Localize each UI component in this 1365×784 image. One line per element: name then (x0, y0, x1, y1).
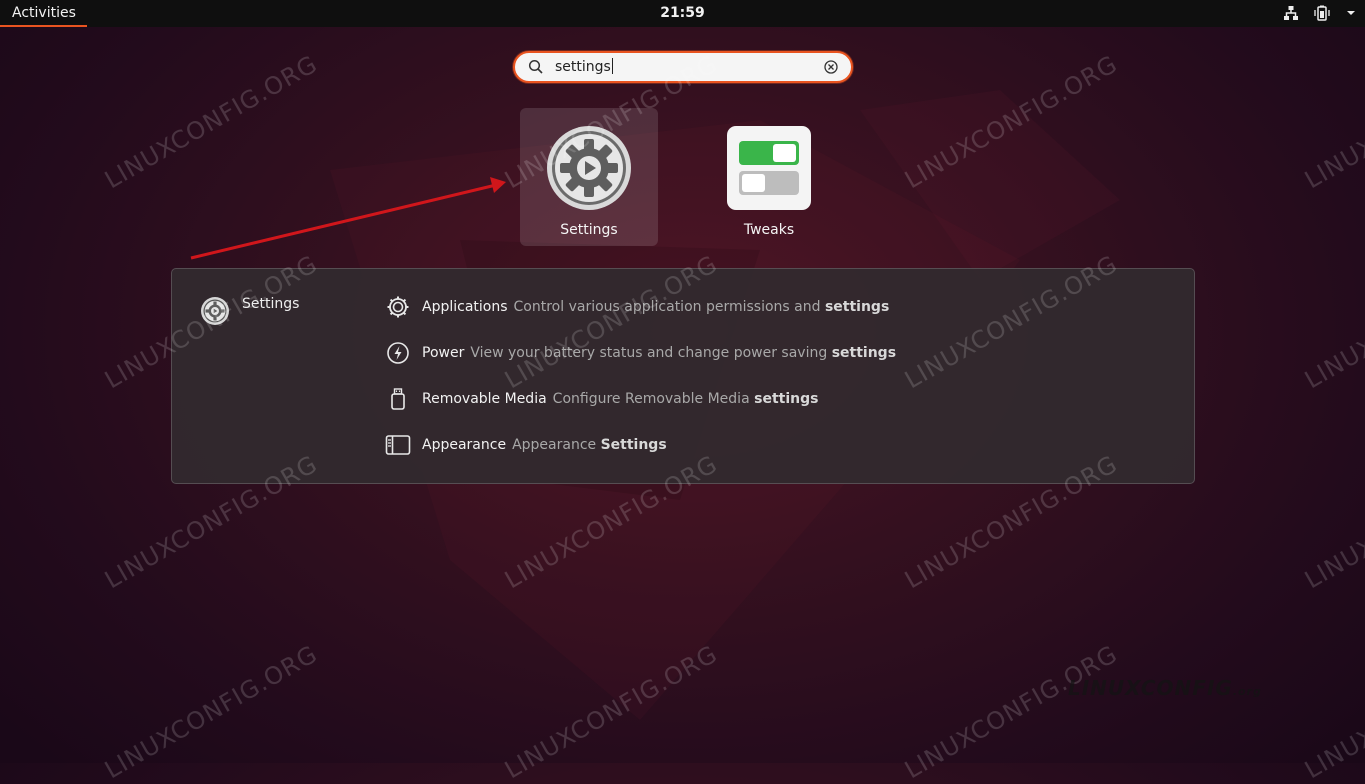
watermark-text: LINUXCONFIG.ORG (1300, 49, 1365, 195)
provider-name: Settings (242, 296, 300, 312)
top-bar: Activities 21:59 (0, 0, 1365, 27)
clear-icon[interactable] (823, 59, 839, 79)
app-label-settings: Settings (560, 222, 618, 238)
watermark-text: LINUXCONFIG.ORG (900, 49, 1123, 195)
app-tile-tweaks[interactable]: Tweaks (700, 108, 838, 246)
settings-gear-icon[interactable] (200, 296, 230, 330)
result-name: Removable Media (422, 391, 547, 407)
result-name: Power (422, 345, 465, 361)
watermark-text: LINUXCONFIG.ORG (500, 639, 723, 784)
result-appearance[interactable]: Appearance Appearance Settings (385, 430, 667, 460)
battery-icon[interactable] (1313, 4, 1331, 22)
search-results-panel: Settings Applications Control various ap… (171, 268, 1195, 484)
removable-media-icon (385, 386, 411, 412)
result-description: Control various application permissions … (513, 299, 890, 315)
result-description: Appearance Settings (512, 437, 667, 453)
app-label-tweaks: Tweaks (743, 222, 795, 238)
watermark-text: LINUXCONFIG.ORG (100, 49, 323, 195)
network-icon[interactable] (1283, 5, 1299, 21)
clock[interactable]: 21:59 (0, 0, 1365, 27)
search-query-text[interactable]: settings (555, 53, 613, 81)
watermark-text: LINUXCONFIG.ORG (1300, 249, 1365, 395)
result-removable-media[interactable]: Removable Media Configure Removable Medi… (385, 384, 818, 414)
watermark-logo: LINUXCONFIG.org (1068, 676, 1262, 700)
result-name: Applications (422, 299, 508, 315)
result-power[interactable]: Power View your battery status and chang… (385, 338, 896, 368)
power-icon (385, 340, 411, 366)
tweaks-toggle-icon (727, 126, 811, 210)
app-tile-settings[interactable]: Settings (520, 108, 658, 246)
applications-icon (385, 294, 411, 320)
result-applications[interactable]: Applications Control various application… (385, 292, 889, 322)
system-tray[interactable] (1283, 4, 1357, 22)
watermark-text: LINUXCONFIG.ORG (1300, 639, 1365, 784)
settings-gear-icon (547, 126, 631, 210)
result-description: Configure Removable Media settings (552, 391, 819, 407)
result-name: Appearance (422, 437, 507, 453)
search-icon (528, 59, 544, 79)
search-input[interactable]: settings (513, 51, 853, 83)
watermark-text: LINUXCONFIG.ORG (100, 639, 323, 784)
appearance-icon (385, 432, 411, 458)
system-menu-chevron-icon[interactable] (1345, 7, 1357, 19)
watermark-text: LINUXCONFIG.ORG (900, 639, 1123, 784)
result-description: View your battery status and change powe… (470, 345, 897, 361)
watermark-text: LINUXCONFIG.ORG (1300, 449, 1365, 595)
